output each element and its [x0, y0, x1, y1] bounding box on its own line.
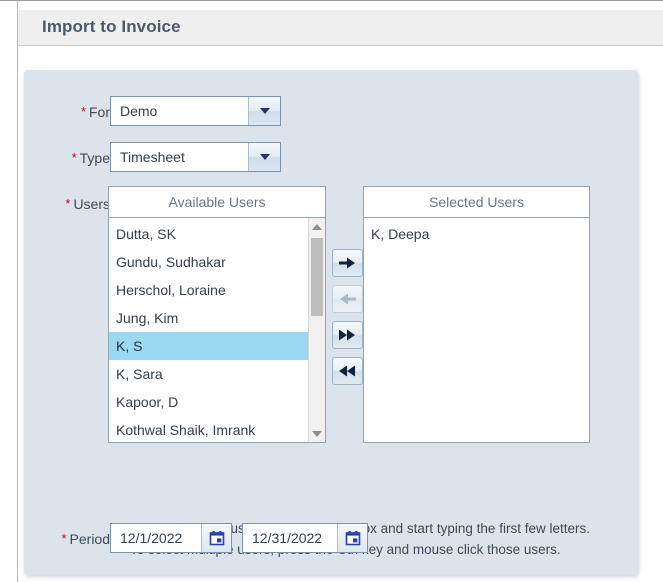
type-dropdown-value: Timesheet	[111, 143, 248, 171]
triangle-up-icon	[312, 223, 322, 230]
list-item[interactable]: K, S	[109, 332, 308, 360]
list-item[interactable]: Dutta, SK	[109, 220, 308, 248]
period-end-date-field[interactable]: 12/31/2022	[242, 523, 368, 553]
move-right-button[interactable]	[332, 249, 363, 277]
window-top-rule	[0, 0, 663, 1]
selected-users-body: K, Deepa	[364, 218, 589, 442]
available-users-listbox[interactable]: Available Users Dutta, SK Gundu, Sudhakar…	[108, 186, 326, 443]
double-right-arrow-icon	[339, 329, 355, 341]
import-form-panel: * For Demo * Type Timesheet * Users Availab…	[24, 70, 638, 575]
title-bar: Import to Invoice	[18, 10, 663, 46]
triangle-down-icon	[312, 430, 322, 437]
type-label-text: Type	[79, 150, 110, 166]
scrollbar-thumb[interactable]	[311, 238, 323, 316]
selected-users-header: Selected Users	[364, 187, 589, 218]
available-users-body: Dutta, SK Gundu, Sudhakar Herschol, Lorain…	[109, 218, 325, 442]
available-users-header: Available Users	[109, 187, 325, 218]
calendar-icon	[345, 531, 360, 546]
period-label: * Period	[24, 531, 110, 547]
type-label: * Type	[24, 150, 110, 166]
period-required-asterisk: *	[61, 531, 67, 546]
chevron-down-icon	[259, 154, 270, 160]
list-item[interactable]: Herschol, Loraine	[109, 276, 308, 304]
period-start-calendar-button[interactable]	[201, 524, 231, 552]
page-title: Import to Invoice	[42, 17, 181, 36]
users-required-asterisk: *	[65, 196, 71, 211]
for-dropdown-toggle[interactable]	[248, 97, 280, 125]
move-all-right-button[interactable]	[332, 321, 363, 349]
type-dropdown[interactable]: Timesheet	[110, 142, 281, 172]
users-label: * Users	[24, 196, 110, 212]
scroll-down-button[interactable]	[309, 425, 325, 442]
list-item[interactable]: K, Deepa	[364, 220, 589, 248]
chevron-down-icon	[259, 108, 270, 114]
available-users-scrollbar[interactable]	[308, 218, 325, 442]
list-item[interactable]: Gundu, Sudhakar	[109, 248, 308, 276]
list-item[interactable]: Kothwal Shaik, Imrank	[109, 416, 308, 442]
double-left-arrow-icon	[339, 365, 355, 377]
move-all-left-button[interactable]	[332, 357, 363, 385]
for-dropdown-value: Demo	[111, 97, 248, 125]
period-end-calendar-button[interactable]	[337, 524, 367, 552]
single-left-arrow-icon	[340, 293, 356, 305]
period-start-date-field[interactable]: 12/1/2022	[110, 523, 232, 553]
for-required-asterisk: *	[80, 104, 86, 119]
for-dropdown[interactable]: Demo	[110, 96, 281, 126]
calendar-icon	[209, 531, 224, 546]
list-item[interactable]: Jung, Kim	[109, 304, 308, 332]
application-window: Import to Invoice * For Demo * Type Timesh…	[0, 0, 663, 582]
move-left-button[interactable]	[332, 285, 363, 313]
users-label-text: Users	[73, 196, 110, 212]
period-end-date-value: 12/31/2022	[252, 530, 323, 546]
window-left-rule	[17, 1, 18, 582]
period-start-date-value: 12/1/2022	[120, 530, 183, 546]
available-users-items[interactable]: Dutta, SK Gundu, Sudhakar Herschol, Lorain…	[109, 218, 308, 442]
for-label: * For	[24, 104, 110, 120]
list-item[interactable]: K, Sara	[109, 360, 308, 388]
scroll-up-button[interactable]	[309, 218, 325, 235]
selected-users-items[interactable]: K, Deepa	[364, 218, 589, 442]
type-dropdown-toggle[interactable]	[248, 143, 280, 171]
single-right-arrow-icon	[339, 257, 355, 269]
period-label-text: Period	[69, 531, 110, 547]
selected-users-listbox[interactable]: Selected Users K, Deepa	[363, 186, 590, 443]
for-label-text: For	[89, 104, 110, 120]
type-required-asterisk: *	[71, 150, 77, 165]
list-item[interactable]: Kapoor, D	[109, 388, 308, 416]
